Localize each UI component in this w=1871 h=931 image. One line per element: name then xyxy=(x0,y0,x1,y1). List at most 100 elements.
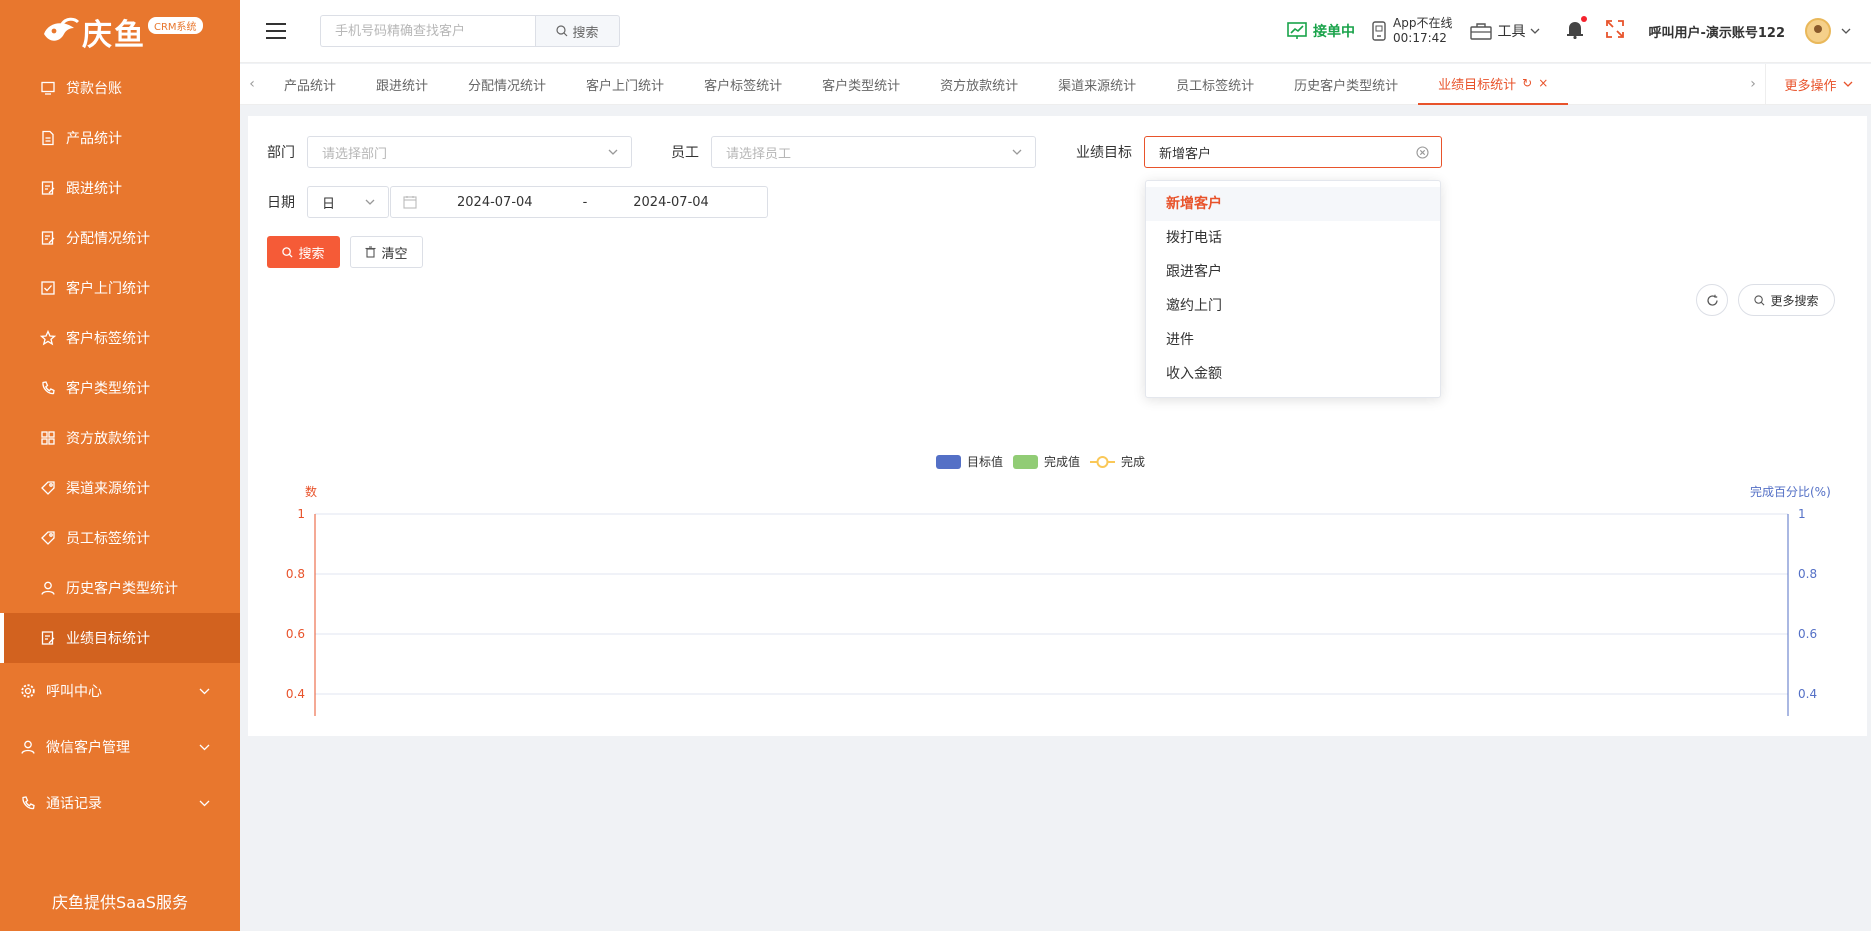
y-axis-label-right: 完成百分比(%) xyxy=(1750,484,1831,499)
sidebar-item-12[interactable]: 业绩目标统计 xyxy=(0,613,240,663)
header-search-button[interactable]: 搜索 xyxy=(535,15,620,47)
y-tick-right: 1 xyxy=(1798,507,1806,521)
y-tick-right: 0.6 xyxy=(1798,627,1817,641)
dropdown-option-2[interactable]: 拨打电话 xyxy=(1146,221,1440,255)
tab-1[interactable]: 产品统计 xyxy=(264,64,356,105)
edit-doc-icon xyxy=(40,630,56,646)
edit-doc-icon xyxy=(40,180,56,196)
edit-doc-icon xyxy=(40,230,56,246)
date-range-picker[interactable]: 2024-07-04 - 2024-07-04 xyxy=(390,186,768,218)
target-select[interactable]: 新增客户 xyxy=(1144,136,1442,168)
legend-swatch-target xyxy=(936,455,961,469)
tag-icon xyxy=(40,530,56,546)
date-unit-select[interactable]: 日 xyxy=(307,186,389,218)
performance-chart: 000.20.20.40.40.60.60.80.811数完成百分比(%)目标值… xyxy=(286,454,1831,716)
date-unit-value: 日 xyxy=(322,196,336,212)
sidebar-item-label: 客户标签统计 xyxy=(66,331,150,347)
sidebar-item-10[interactable]: 员工标签统计 xyxy=(0,513,240,563)
sidebar-footer: 庆鱼提供SaaS服务 xyxy=(52,893,188,912)
main-card: 部门 请选择部门 员工 请选择员工 业绩目标 新增客户 日期 日 2024-07… xyxy=(248,116,1867,736)
dropdown-option-5[interactable]: 进件 xyxy=(1146,323,1440,357)
tab-5[interactable]: 客户标签统计 xyxy=(684,64,802,105)
sidebar-group-2[interactable]: 微信客户管理 xyxy=(0,719,240,775)
phone-search-input[interactable] xyxy=(320,15,535,47)
chevron-down-icon xyxy=(199,688,210,694)
sidebar-menu: 贷款台账 产品统计 跟进统计 分配情况统计 客户上门统计客户标签统计客户类型统计资方放款… xyxy=(0,63,240,663)
chevron-down-icon xyxy=(608,149,618,155)
sidebar-item-6[interactable]: 客户标签统计 xyxy=(0,313,240,363)
fullscreen-toggle[interactable] xyxy=(1606,20,1625,42)
tab-active[interactable]: 业绩目标统计 ↻ × xyxy=(1418,64,1569,105)
tab-scroll-left-icon[interactable]: ‹ xyxy=(240,76,264,92)
more-operations-button[interactable]: 更多操作 xyxy=(1765,63,1871,105)
dropdown-option-4[interactable]: 邀约上门 xyxy=(1146,289,1440,323)
clear-circle-icon[interactable] xyxy=(1416,146,1429,159)
dropdown-option-1[interactable]: 新增客户 xyxy=(1146,187,1440,221)
tab-scroll-right-icon[interactable]: › xyxy=(1741,76,1765,92)
date-start[interactable]: 2024-07-04 xyxy=(457,195,533,210)
action-row: 搜索 清空 xyxy=(267,236,423,268)
sidebar-item-7[interactable]: 客户类型统计 xyxy=(0,363,240,413)
y-tick-left: 0.6 xyxy=(286,627,305,641)
chevron-down-icon xyxy=(1012,149,1022,155)
chevron-down-icon[interactable] xyxy=(1841,28,1851,34)
dept-select[interactable]: 请选择部门 xyxy=(307,136,632,168)
document-icon xyxy=(40,130,56,146)
y-tick-left: 0.8 xyxy=(286,567,305,581)
date-end[interactable]: 2024-07-04 xyxy=(633,195,709,210)
sidebar-item-1[interactable]: 贷款台账 xyxy=(0,63,240,113)
refresh-icon[interactable]: ↻ xyxy=(1522,76,1532,90)
sidebar-item-label: 渠道来源统计 xyxy=(66,481,150,497)
search-button[interactable]: 搜索 xyxy=(267,236,340,268)
sidebar-item-5[interactable]: 客户上门统计 xyxy=(0,263,240,313)
logo[interactable]: 庆鱼 CRM系统 xyxy=(0,0,240,63)
refresh-button[interactable] xyxy=(1696,284,1728,316)
phone-device-icon xyxy=(1372,21,1386,41)
more-search-button[interactable]: 更多搜索 xyxy=(1738,284,1835,316)
app-status-text: App不在线 xyxy=(1393,16,1453,30)
clear-button[interactable]: 清空 xyxy=(350,236,423,268)
sidebar-item-4[interactable]: 分配情况统计 xyxy=(0,213,240,263)
staff-select[interactable]: 请选择员工 xyxy=(711,136,1036,168)
date-label: 日期 xyxy=(267,195,295,211)
target-dropdown: 新增客户 拨打电话 跟进客户 邀约上门 进件 收入金额 xyxy=(1145,180,1441,398)
tab-8[interactable]: 渠道来源统计 xyxy=(1038,64,1156,105)
dept-placeholder: 请选择部门 xyxy=(322,146,388,162)
tab-2[interactable]: 跟进统计 xyxy=(356,64,448,105)
gear-icon xyxy=(20,683,36,699)
tab-4[interactable]: 客户上门统计 xyxy=(566,64,684,105)
avatar[interactable] xyxy=(1805,18,1831,44)
tab-9[interactable]: 员工标签统计 xyxy=(1156,64,1274,105)
tab-3[interactable]: 分配情况统计 xyxy=(448,64,566,105)
dropdown-option-3[interactable]: 跟进客户 xyxy=(1146,255,1440,289)
close-icon[interactable]: × xyxy=(1538,76,1548,90)
sidebar-item-8[interactable]: 资方放款统计 xyxy=(0,413,240,463)
sidebar-item-11[interactable]: 历史客户类型统计 xyxy=(0,563,240,613)
checkbox-icon xyxy=(40,280,56,296)
tools-label: 工具 xyxy=(1497,24,1526,40)
sidebar-item-9[interactable]: 渠道来源统计 xyxy=(0,463,240,513)
sidebar-item-3[interactable]: 跟进统计 xyxy=(0,163,240,213)
tab-7[interactable]: 资方放款统计 xyxy=(920,64,1038,105)
y-axis-label-left: 数 xyxy=(305,484,317,499)
legend-swatch-done xyxy=(1013,455,1038,469)
menu-toggle-icon[interactable] xyxy=(266,23,286,39)
sidebar-group-3[interactable]: 通话记录 xyxy=(0,775,240,831)
monitor-icon xyxy=(40,80,56,96)
current-user[interactable]: 呼叫用户-演示账号122 xyxy=(1648,22,1785,41)
tab-10[interactable]: 历史客户类型统计 xyxy=(1274,64,1418,105)
search-button-label: 搜索 xyxy=(298,246,325,262)
user-icon xyxy=(40,580,56,596)
notifications[interactable] xyxy=(1566,16,1588,43)
search-icon xyxy=(1754,294,1765,305)
accept-order-toggle[interactable]: 接单中 xyxy=(1287,21,1355,41)
tab-6[interactable]: 客户类型统计 xyxy=(802,64,920,105)
top-header: 搜索 接单中 App不在线 00:17:42 工具 呼叫用户-演示账号122 xyxy=(240,0,1871,63)
sidebar-item-2[interactable]: 产品统计 xyxy=(0,113,240,163)
sidebar-item-label: 资方放款统计 xyxy=(66,431,150,447)
chevron-down-icon xyxy=(1530,28,1540,34)
app-status[interactable]: App不在线 00:17:42 xyxy=(1371,16,1452,46)
sidebar-group-1[interactable]: 呼叫中心 xyxy=(0,663,240,719)
tools-menu[interactable]: 工具 xyxy=(1470,21,1540,41)
dropdown-option-6[interactable]: 收入金额 xyxy=(1146,357,1440,391)
